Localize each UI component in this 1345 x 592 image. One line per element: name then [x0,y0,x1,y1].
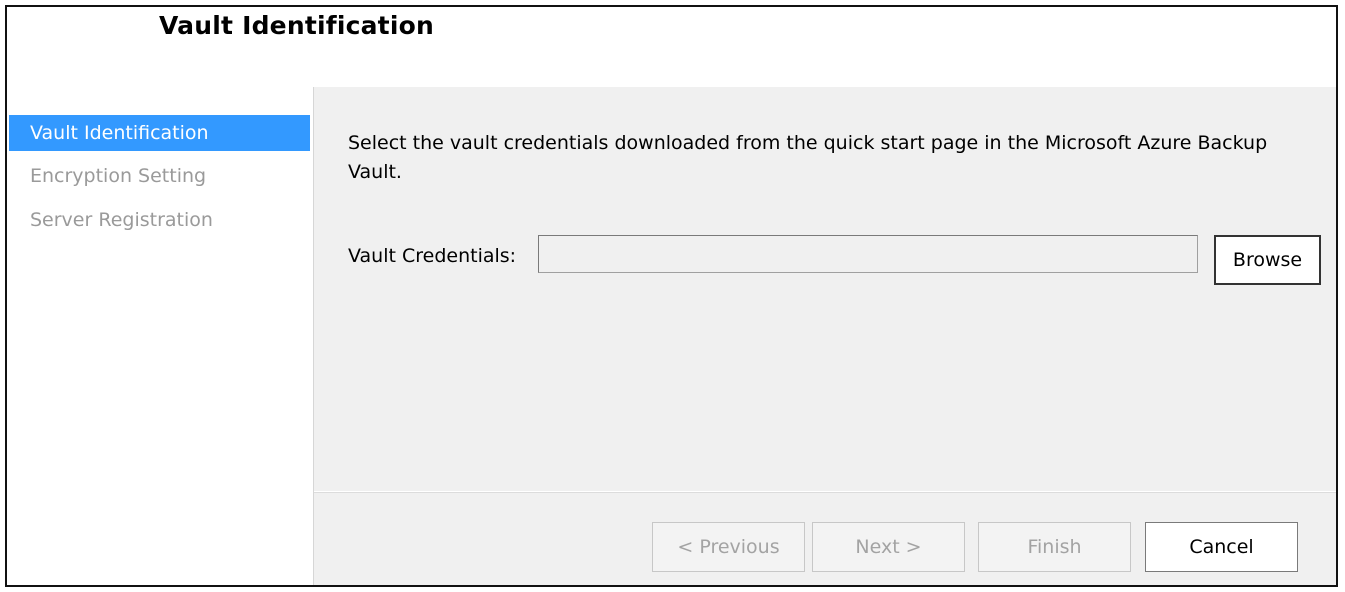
vault-identification-dialog: Vault Identification Vault Identificatio… [5,5,1338,587]
sidebar-item-server-registration[interactable]: Server Registration [9,202,310,238]
vault-credentials-label: Vault Credentials: [348,245,517,267]
instructions-text: Select the vault credentials downloaded … [348,132,1268,183]
wizard-footer: < Previous Next > Finish Cancel [314,491,1336,585]
finish-button[interactable]: Finish [978,522,1131,572]
page-title: Vault Identification [159,11,434,40]
browse-button[interactable]: Browse [1214,235,1321,285]
previous-button[interactable]: < Previous [652,522,805,572]
vault-credentials-input[interactable] [538,235,1198,273]
next-button[interactable]: Next > [812,522,965,572]
footer-divider [314,492,1336,493]
dialog-header: Vault Identification [7,7,1336,87]
wizard-steps-sidebar: Vault Identification Encryption Setting … [7,87,313,585]
cancel-button[interactable]: Cancel [1145,522,1298,572]
sidebar-item-encryption-setting[interactable]: Encryption Setting [9,158,310,194]
sidebar-item-vault-identification[interactable]: Vault Identification [9,115,310,151]
main-content-panel: Select the vault credentials downloaded … [314,87,1336,491]
